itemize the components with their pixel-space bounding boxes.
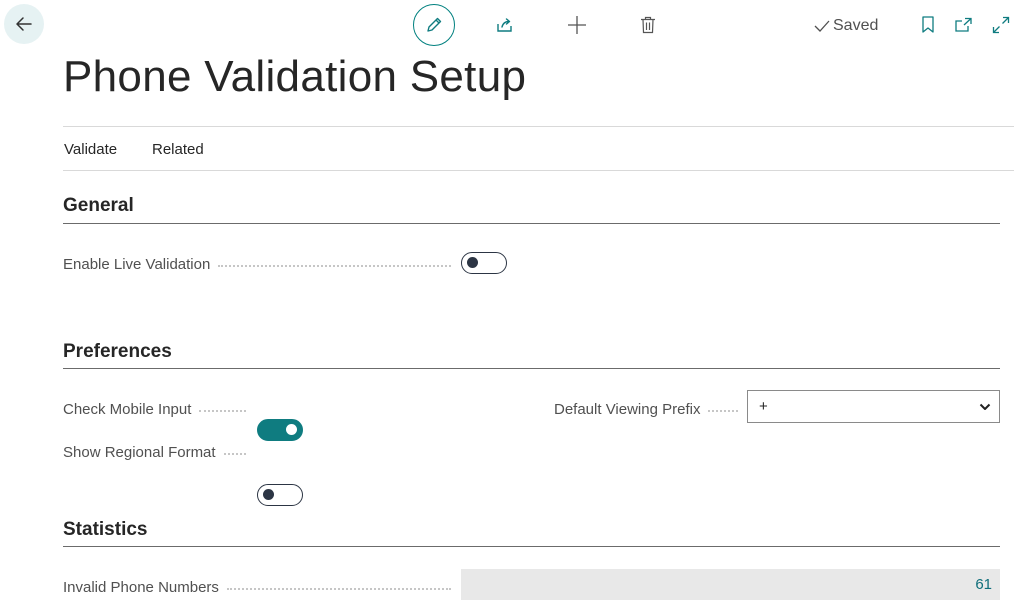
field-label-show-regional-format: Show Regional Format — [63, 442, 252, 462]
show-regional-format-toggle[interactable] — [257, 484, 303, 506]
label-text: Enable Live Validation — [63, 255, 211, 273]
bookmark-icon — [922, 16, 934, 33]
default-viewing-prefix-select[interactable]: + — [747, 390, 1000, 423]
leader-dots — [218, 264, 451, 267]
action-validate[interactable]: Validate — [64, 141, 117, 158]
invalid-phone-numbers-value[interactable]: 61 — [461, 569, 1000, 600]
label-text: Default Viewing Prefix — [554, 400, 701, 418]
field-label-invalid-phone-numbers: Invalid Phone Numbers — [63, 577, 457, 597]
saved-label: Saved — [833, 17, 879, 34]
check-mobile-input-toggle[interactable] — [257, 419, 303, 441]
expand-icon — [992, 16, 1010, 34]
toggle-knob — [286, 424, 297, 435]
section-rule-preferences — [63, 368, 1000, 369]
label-text: Show Regional Format — [63, 443, 216, 461]
leader-dots — [226, 587, 451, 590]
share-icon — [497, 18, 512, 32]
section-rule-statistics — [63, 546, 1000, 547]
title-divider — [63, 126, 1014, 127]
stat-value: 61 — [975, 576, 992, 593]
section-title-general[interactable]: General — [63, 195, 134, 217]
label-text: Check Mobile Input — [63, 400, 192, 418]
share-button[interactable] — [483, 3, 527, 47]
back-button[interactable] — [4, 4, 44, 44]
section-title-preferences[interactable]: Preferences — [63, 341, 172, 363]
leader-dots — [223, 452, 246, 455]
action-bar-divider — [63, 170, 1014, 171]
pencil-icon — [427, 17, 442, 32]
action-related[interactable]: Related — [152, 141, 204, 158]
new-button[interactable] — [555, 3, 599, 47]
enable-live-validation-toggle[interactable] — [461, 252, 507, 274]
trash-icon — [641, 16, 655, 34]
plus-icon — [568, 16, 586, 34]
chevron-down-icon — [979, 403, 991, 410]
delete-button[interactable] — [626, 3, 670, 47]
edit-button[interactable] — [413, 4, 455, 46]
leader-dots — [708, 409, 738, 412]
checkmark-icon — [814, 20, 830, 32]
section-rule-general — [63, 223, 1000, 224]
label-text: Invalid Phone Numbers — [63, 578, 219, 596]
field-label-enable-live-validation: Enable Live Validation — [63, 254, 457, 274]
leader-dots — [199, 409, 246, 412]
select-value: + — [759, 398, 768, 415]
saved-status: Saved — [814, 15, 878, 37]
toggle-knob — [467, 257, 478, 268]
field-label-default-viewing-prefix: Default Viewing Prefix — [554, 399, 744, 419]
toggle-knob — [263, 489, 274, 500]
field-label-check-mobile-input: Check Mobile Input — [63, 399, 252, 419]
page-title: Phone Validation Setup — [63, 52, 527, 101]
arrow-left-icon — [16, 17, 32, 31]
expand-button[interactable] — [979, 3, 1014, 47]
open-in-new-icon — [955, 17, 972, 32]
section-title-statistics[interactable]: Statistics — [63, 519, 147, 541]
